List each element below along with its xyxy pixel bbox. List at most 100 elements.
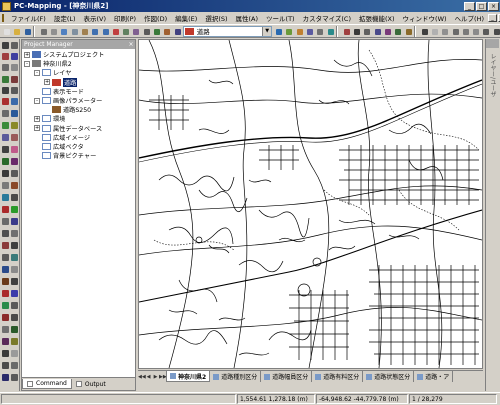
grid-icon[interactable] (314, 26, 324, 37)
building-icon[interactable] (325, 26, 334, 37)
line-tool-icon[interactable] (351, 26, 361, 37)
tree-item-wide-image[interactable]: 広域イメージ (22, 133, 135, 142)
circle-tool-icon[interactable] (10, 75, 19, 84)
menu-settings[interactable]: 設定(L) (50, 13, 80, 23)
window-cascade-icon[interactable] (429, 26, 439, 37)
window-list-icon[interactable] (450, 26, 459, 37)
arc-tool-icon[interactable] (1, 75, 10, 84)
pan-tool-icon[interactable] (10, 41, 19, 50)
undo-icon[interactable] (89, 26, 99, 37)
info-icon[interactable] (10, 205, 19, 214)
find-icon[interactable] (120, 26, 130, 37)
database-icon[interactable] (304, 26, 314, 37)
extend-icon[interactable] (10, 193, 19, 202)
polyline-icon[interactable] (10, 86, 19, 95)
tree-item-attribute-db[interactable]: + 属性データベース (22, 124, 135, 133)
app-icon[interactable] (2, 1, 11, 11)
menu-attribute[interactable]: 属性(A) (232, 13, 263, 23)
redo-icon[interactable] (100, 26, 109, 37)
tree-item-background-picture[interactable]: 背景ピクチャー (22, 151, 135, 160)
split-icon[interactable] (1, 145, 10, 154)
paste-icon[interactable] (79, 26, 89, 37)
menu-print[interactable]: 印刷(P) (110, 13, 140, 23)
distance-icon[interactable] (1, 217, 10, 226)
menu-edit[interactable]: 編集(E) (171, 13, 201, 23)
polygon-draw-icon[interactable] (10, 97, 19, 106)
tree-item-system-project[interactable]: + システムプロジェクト (22, 50, 135, 59)
new-file-icon[interactable] (1, 26, 11, 37)
cut-icon[interactable] (58, 26, 68, 37)
tree-item-display-mode[interactable]: 表示モード (22, 87, 135, 96)
export-icon[interactable] (10, 349, 19, 358)
panel-close-button[interactable]: × (127, 41, 135, 48)
tree-item-kanagawa[interactable]: - 神奈川県2 (22, 59, 135, 68)
angle-icon[interactable] (1, 229, 10, 238)
cross-icon[interactable] (1, 241, 10, 250)
stop-icon[interactable] (1, 313, 10, 322)
area-icon[interactable] (10, 217, 19, 226)
tab-road-other[interactable]: 道路・ア (414, 371, 454, 382)
rotate-icon[interactable] (10, 121, 19, 130)
tree-item-layers[interactable]: - レイヤ (22, 68, 135, 77)
raster-icon[interactable] (10, 265, 19, 274)
right-panel-header[interactable] (486, 39, 499, 48)
tree-item-environment[interactable]: + 環境 (22, 114, 135, 123)
measure-icon[interactable] (361, 26, 371, 37)
tab-road-width[interactable]: 道路幅員区分 (261, 371, 313, 382)
maximize-button[interactable]: □ (476, 1, 487, 11)
line-draw-icon[interactable] (1, 86, 10, 95)
menu-help[interactable]: ヘルプ(H) (451, 13, 488, 23)
tab-command[interactable]: Command (22, 379, 72, 389)
frame-icon[interactable] (10, 337, 19, 346)
menu-extensions[interactable]: 拡張機能(X) (355, 13, 399, 23)
tree-item-road-s250[interactable]: 道路S250 (22, 105, 135, 114)
first-tab-button[interactable]: ◀◀ (138, 374, 146, 380)
image-icon[interactable] (1, 265, 10, 274)
print-icon[interactable] (38, 26, 48, 37)
collapse-icon[interactable]: - (34, 97, 40, 104)
delete-icon[interactable] (110, 26, 120, 37)
print-preview-icon[interactable] (48, 26, 58, 37)
window-tile-icon[interactable] (419, 26, 429, 37)
zoom-all-icon[interactable] (10, 63, 19, 72)
mdi-minimize-button[interactable]: _ (488, 13, 498, 22)
expand-icon[interactable]: + (34, 125, 40, 132)
tree-item-image-params[interactable]: - 画像パラメーター (22, 96, 135, 105)
north-arrow-icon[interactable] (10, 325, 19, 334)
menu-draw[interactable]: 作図(D) (140, 13, 171, 23)
panel-toggle-icon[interactable] (460, 26, 470, 37)
point-icon[interactable] (382, 26, 392, 37)
select-tool-icon[interactable] (1, 41, 10, 50)
zoom-in-icon[interactable] (1, 52, 10, 61)
zoom-window-icon[interactable] (1, 63, 10, 72)
tab-output[interactable]: Output (72, 379, 110, 389)
layout-icon[interactable] (1, 349, 10, 358)
table-icon[interactable] (172, 26, 181, 37)
attribute-icon[interactable] (161, 26, 171, 37)
tab-kanagawa[interactable]: 神奈川県2 (166, 371, 211, 382)
tab-road-type[interactable]: 道路種別区分 (210, 371, 262, 382)
plot-icon[interactable] (1, 361, 10, 370)
curve-icon[interactable] (10, 241, 19, 250)
label-tool-icon[interactable] (10, 313, 19, 322)
trim-icon[interactable] (10, 157, 19, 166)
search-icon[interactable] (1, 205, 10, 214)
hatch-icon[interactable] (10, 253, 19, 262)
eraser-icon[interactable] (10, 145, 19, 154)
expand-icon[interactable]: + (44, 79, 50, 86)
delete-object-icon[interactable] (10, 133, 19, 142)
layer-props-icon[interactable] (273, 26, 283, 37)
copy-icon[interactable] (69, 26, 78, 37)
copy-object-icon[interactable] (1, 133, 10, 142)
chevron-down-icon[interactable]: ▼ (262, 26, 272, 36)
minimize-button[interactable]: _ (464, 1, 475, 11)
node-edit-icon[interactable] (1, 109, 10, 118)
label-icon[interactable] (403, 26, 412, 37)
menu-window[interactable]: ウィンドウ(W) (399, 13, 451, 23)
document-icon[interactable] (2, 13, 4, 22)
tab-road-status[interactable]: 道路状態区分 (363, 371, 415, 382)
map-canvas[interactable] (138, 39, 483, 369)
menu-select[interactable]: 選択(S) (201, 13, 231, 23)
route-icon[interactable] (10, 289, 19, 298)
menu-tools[interactable]: ツール(T) (262, 13, 299, 23)
